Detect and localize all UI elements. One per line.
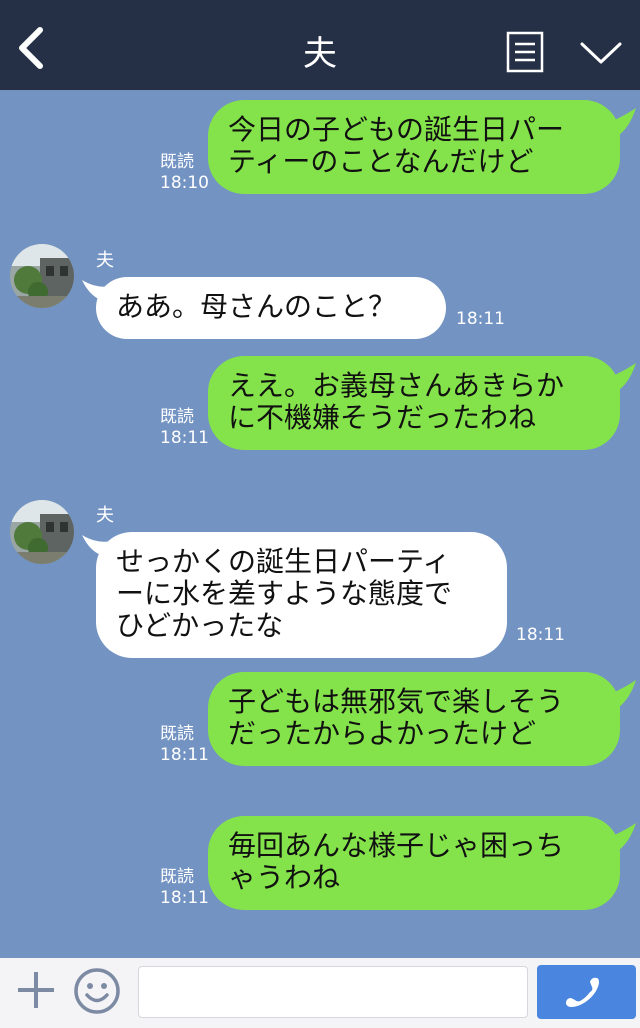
message-time: 18:11 bbox=[160, 428, 209, 448]
message-input[interactable] bbox=[138, 966, 528, 1018]
message-bubble-outgoing: 毎回あんな様子じゃ困っち ゃうわね bbox=[208, 816, 620, 910]
document-menu-icon bbox=[506, 31, 544, 73]
plus-icon bbox=[18, 972, 54, 1008]
message-line: ひどかったな bbox=[116, 609, 284, 642]
sticker-button[interactable] bbox=[72, 966, 122, 1016]
read-status: 既読 18:11 bbox=[160, 724, 209, 766]
message-line: だったからよかったけど bbox=[228, 717, 537, 750]
smiley-icon bbox=[74, 968, 120, 1014]
sender-name: 夫 bbox=[96, 250, 114, 271]
avatar-image bbox=[10, 500, 74, 564]
message-line: 今日の子どもの誕生日パー bbox=[228, 113, 565, 146]
avatar-image bbox=[10, 244, 74, 308]
message-line: ーに水を差すような態度で bbox=[116, 577, 453, 610]
read-label: 既読 bbox=[160, 152, 194, 172]
avatar[interactable] bbox=[10, 244, 74, 308]
message-line: ええ。お義母さんあきらか bbox=[228, 369, 565, 402]
chevron-down-icon bbox=[580, 42, 622, 64]
message-time: 18:11 bbox=[160, 888, 209, 908]
message-bubble-outgoing: 子どもは無邪気で楽しそう だったからよかったけど bbox=[208, 672, 620, 766]
message-time: 18:11 bbox=[160, 745, 209, 765]
sender-name: 夫 bbox=[96, 505, 114, 526]
message-line: ああ。母さんのこと？ bbox=[116, 290, 397, 323]
message-bubble-incoming: せっかくの誕生日パーティ ーに水を差すような態度で ひどかったな bbox=[96, 532, 507, 658]
read-status: 既読 18:10 bbox=[160, 152, 209, 194]
read-label: 既読 bbox=[160, 867, 194, 887]
message-line: 子どもは無邪気で楽しそう bbox=[228, 685, 565, 718]
message-line: に不機嫌そうだったわね bbox=[228, 401, 537, 434]
avatar[interactable] bbox=[10, 500, 74, 564]
message-bubble-outgoing: 今日の子どもの誕生日パー ティーのことなんだけど bbox=[208, 100, 620, 194]
chat-header: 夫 bbox=[0, 0, 640, 90]
message-line: ゃうわね bbox=[228, 861, 341, 894]
menu-button[interactable] bbox=[506, 31, 544, 73]
chat-title: 夫 bbox=[303, 34, 337, 74]
message-bubble-incoming: ああ。母さんのこと？ bbox=[96, 277, 446, 339]
message-time: 18:10 bbox=[160, 173, 209, 193]
message-line: ティーのことなんだけど bbox=[228, 145, 534, 178]
phone-icon bbox=[566, 977, 599, 1007]
message-bubble-outgoing: ええ。お義母さんあきらか に不機嫌そうだったわね bbox=[208, 356, 620, 450]
collapse-button[interactable] bbox=[578, 38, 624, 68]
call-button[interactable] bbox=[537, 965, 636, 1019]
read-label: 既読 bbox=[160, 724, 194, 744]
message-time: 18:11 bbox=[456, 309, 505, 329]
read-label: 既読 bbox=[160, 407, 194, 427]
read-status: 既読 18:11 bbox=[160, 407, 209, 449]
input-bar bbox=[0, 958, 640, 1028]
message-time: 18:11 bbox=[516, 625, 565, 645]
message-line: 毎回あんな様子じゃ困っち bbox=[228, 829, 565, 862]
read-status: 既読 18:11 bbox=[160, 867, 209, 909]
message-line: せっかくの誕生日パーティ bbox=[116, 545, 451, 578]
add-button[interactable] bbox=[14, 968, 58, 1012]
